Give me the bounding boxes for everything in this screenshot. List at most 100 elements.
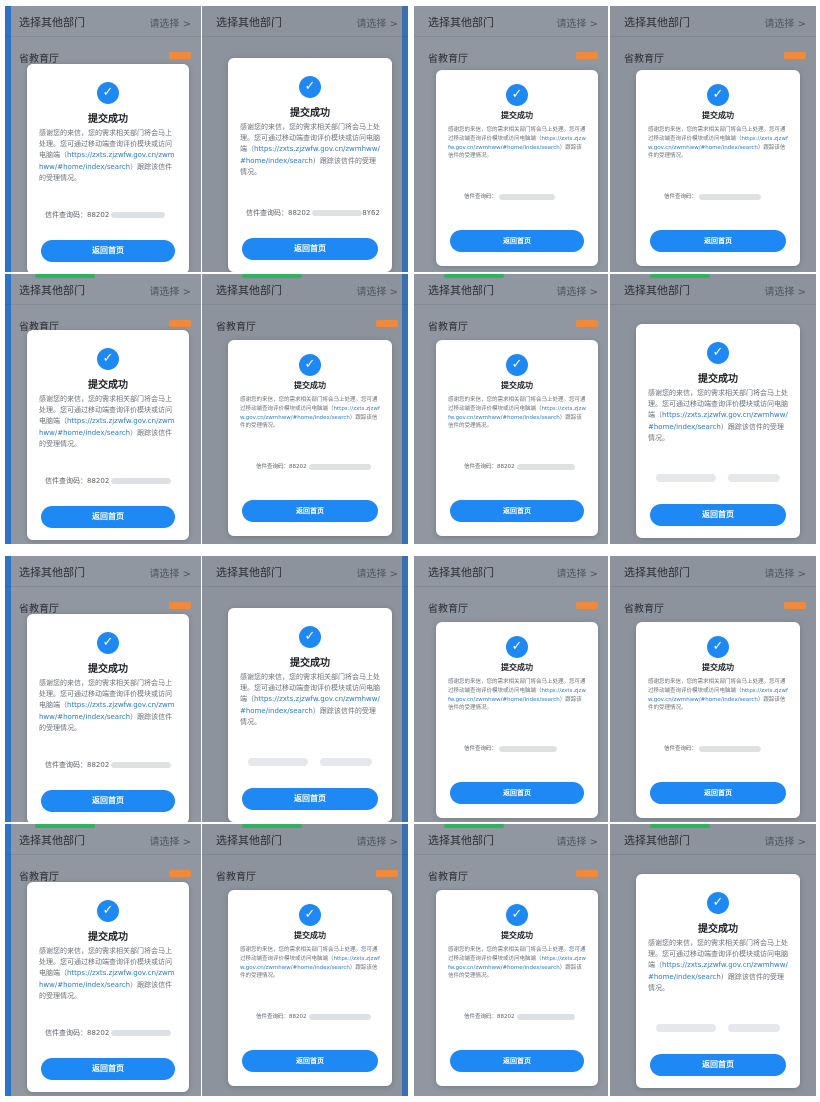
dialog-title: 提交成功: [501, 663, 533, 672]
query-code-line: 信件查询码：: [664, 744, 762, 752]
please-select-link[interactable]: 请选择 >: [356, 833, 398, 848]
query-code-suffix: 8Y62: [362, 209, 380, 217]
screenshot-tile: 选择其他部门 请选择 > 省教育厅 ✓ 提交成功 感谢您的来信，您的需求相关部门将会马上处…: [414, 556, 608, 822]
query-code-line: 信件查询码：: [464, 744, 558, 752]
select-other-dept-row[interactable]: 选择其他部门 请选择 >: [5, 556, 201, 587]
back-home-button[interactable]: 返回首页: [650, 504, 786, 526]
select-other-dept-row[interactable]: 选择其他部门 请选择 >: [202, 6, 408, 37]
query-code-label: 信件查询码：: [664, 194, 698, 200]
query-code-line: 信件查询码：88202: [256, 1012, 371, 1020]
department-badge: [784, 52, 806, 59]
back-home-button[interactable]: 返回首页: [41, 240, 175, 262]
select-other-dept-row[interactable]: 选择其他部门 请选择 >: [5, 6, 201, 37]
back-home-button[interactable]: 返回首页: [242, 238, 378, 260]
back-home-button[interactable]: 返回首页: [242, 1050, 378, 1072]
select-other-dept-row[interactable]: 选择其他部门 请选择 >: [610, 6, 816, 37]
back-home-button[interactable]: 返回首页: [41, 790, 175, 812]
back-home-button[interactable]: 返回首页: [450, 1050, 584, 1072]
dialog-title: 提交成功: [88, 664, 128, 675]
please-select-link[interactable]: 请选择 >: [764, 15, 806, 30]
select-other-dept-label: 选择其他部门: [216, 284, 282, 297]
dialog-title: 提交成功: [501, 111, 533, 120]
back-home-button[interactable]: 返回首页: [450, 782, 584, 804]
back-home-button[interactable]: 返回首页: [650, 782, 786, 804]
select-other-dept-row[interactable]: 选择其他部门 请选择 >: [202, 824, 408, 855]
select-other-dept-row[interactable]: 选择其他部门 请选择 >: [414, 824, 608, 855]
dialog-title: 提交成功: [698, 374, 738, 385]
dialog-title: 提交成功: [294, 381, 326, 390]
dialog-message: 感谢您的来信，您的需求相关部门将会马上处理。您可通过移动端查询评价模块或访问电脑…: [648, 938, 788, 994]
back-home-button[interactable]: 返回首页: [41, 506, 175, 528]
check-circle-icon: ✓: [707, 342, 729, 364]
query-code-label: 信件查询码：: [45, 477, 87, 485]
screenshot-tile: 选择其他部门 请选择 > 省教育厅 ✓ 提交成功 感谢您的来信，您的需求相关部门将会马上处…: [414, 6, 608, 272]
query-code-line: 信件查询码：88202: [256, 462, 371, 470]
select-other-dept-row[interactable]: 选择其他部门 请选择 >: [610, 274, 816, 305]
select-other-dept-row[interactable]: 选择其他部门 请选择 >: [610, 556, 816, 587]
please-select-link[interactable]: 请选择 >: [149, 833, 191, 848]
check-circle-icon: ✓: [707, 636, 729, 658]
please-select-link[interactable]: 请选择 >: [556, 283, 598, 298]
department-badge: [376, 320, 398, 327]
department-name: 省教育厅: [624, 604, 664, 615]
select-other-dept-label: 选择其他部门: [216, 834, 282, 847]
select-other-dept-row[interactable]: 选择其他部门 请选择 >: [414, 6, 608, 37]
please-select-link[interactable]: 请选择 >: [556, 833, 598, 848]
back-home-button[interactable]: 返回首页: [650, 230, 786, 252]
dialog-message: 感谢您的来信，您的需求相关部门将会马上处理。您可通过移动端查询评价模块或访问电脑…: [240, 122, 380, 178]
edge-strip: [5, 824, 11, 1096]
please-select-link[interactable]: 请选择 >: [764, 283, 806, 298]
success-dialog: ✓ 提交成功 感谢您的来信，您的需求相关部门将会马上处理。您可通过移动端查询评价模块…: [436, 340, 598, 536]
query-code-label: 信件查询码：: [246, 209, 288, 217]
query-code-prefix: 88202: [289, 464, 307, 470]
back-home-button[interactable]: 返回首页: [450, 230, 584, 252]
screenshot-tile: 选择其他部门 请选择 > 省教育厅 ✓ 提交成功 感谢您的来信，您的需求相关部门将会马上处…: [5, 824, 201, 1096]
success-dialog: ✓ 提交成功 感谢您的来信，您的需求相关部门将会马上处理。您可通过移动端查询评价模块…: [636, 324, 800, 538]
please-select-link[interactable]: 请选择 >: [764, 833, 806, 848]
check-circle-icon: ✓: [97, 900, 119, 922]
dialog-title: 提交成功: [702, 663, 734, 672]
please-select-link[interactable]: 请选择 >: [356, 283, 398, 298]
back-home-button[interactable]: 返回首页: [242, 788, 378, 810]
check-circle-icon: ✓: [506, 354, 528, 376]
success-dialog: ✓ 提交成功 感谢您的来信，您的需求相关部门将会马上处理。您可通过移动端查询评价模块…: [436, 890, 598, 1086]
please-select-link[interactable]: 请选择 >: [556, 565, 598, 580]
please-select-link[interactable]: 请选择 >: [149, 565, 191, 580]
please-select-link[interactable]: 请选择 >: [764, 565, 806, 580]
back-home-button[interactable]: 返回首页: [242, 500, 378, 522]
select-other-dept-row[interactable]: 选择其他部门 请选择 >: [414, 556, 608, 587]
edge-strip: [402, 824, 408, 1096]
success-dialog: ✓ 提交成功 感谢您的来信，您的需求相关部门将会马上处理。您可通过移动端查询评价模块…: [27, 64, 189, 272]
department-name: 省教育厅: [19, 54, 59, 65]
select-other-dept-row[interactable]: 选择其他部门 请选择 >: [202, 556, 408, 587]
query-code-line: 信件查询码：88202: [45, 760, 172, 770]
select-other-dept-row[interactable]: 选择其他部门 请选择 >: [610, 824, 816, 855]
redacted-query-code: [656, 474, 716, 482]
query-code-prefix: 88202: [288, 209, 311, 217]
success-dialog: ✓ 提交成功 感谢您的来信，您的需求相关部门将会马上处理。您可通过移动端查询评价模块…: [228, 608, 392, 822]
select-other-dept-label: 选择其他部门: [19, 566, 85, 579]
department-badge: [376, 870, 398, 877]
dialog-title: 提交成功: [294, 931, 326, 940]
please-select-link[interactable]: 请选择 >: [556, 15, 598, 30]
redacted-code-segment: [111, 212, 166, 218]
check-circle-icon: ✓: [707, 84, 729, 106]
select-other-dept-row[interactable]: 选择其他部门 请选择 >: [5, 824, 201, 855]
back-home-button[interactable]: 返回首页: [450, 500, 584, 522]
dialog-message: 感谢您的来信，您的需求相关部门将会马上处理。您可通过移动端查询评价模块或访问电脑…: [39, 946, 177, 1002]
please-select-link[interactable]: 请选择 >: [149, 283, 191, 298]
screenshot-tile: 选择其他部门 请选择 > ✓ 提交成功 感谢您的来信，您的需求相关部门将会马上处理。您可…: [610, 824, 816, 1096]
select-other-dept-row[interactable]: 选择其他部门 请选择 >: [414, 274, 608, 305]
success-dialog: ✓ 提交成功 感谢您的来信，您的需求相关部门将会马上处理。您可通过移动端查询评价模块…: [27, 614, 189, 822]
query-code-prefix: 88202: [289, 1014, 307, 1020]
select-other-dept-row[interactable]: 选择其他部门 请选择 >: [5, 274, 201, 305]
please-select-link[interactable]: 请选择 >: [356, 565, 398, 580]
back-home-button[interactable]: 返回首页: [650, 1054, 786, 1076]
department-name: 省教育厅: [428, 54, 468, 65]
please-select-link[interactable]: 请选择 >: [149, 15, 191, 30]
check-circle-icon: ✓: [97, 348, 119, 370]
back-home-button[interactable]: 返回首页: [41, 1058, 175, 1080]
please-select-link[interactable]: 请选择 >: [356, 15, 398, 30]
select-other-dept-row[interactable]: 选择其他部门 请选择 >: [202, 274, 408, 305]
query-code-label: 信件查询码：: [464, 464, 498, 470]
